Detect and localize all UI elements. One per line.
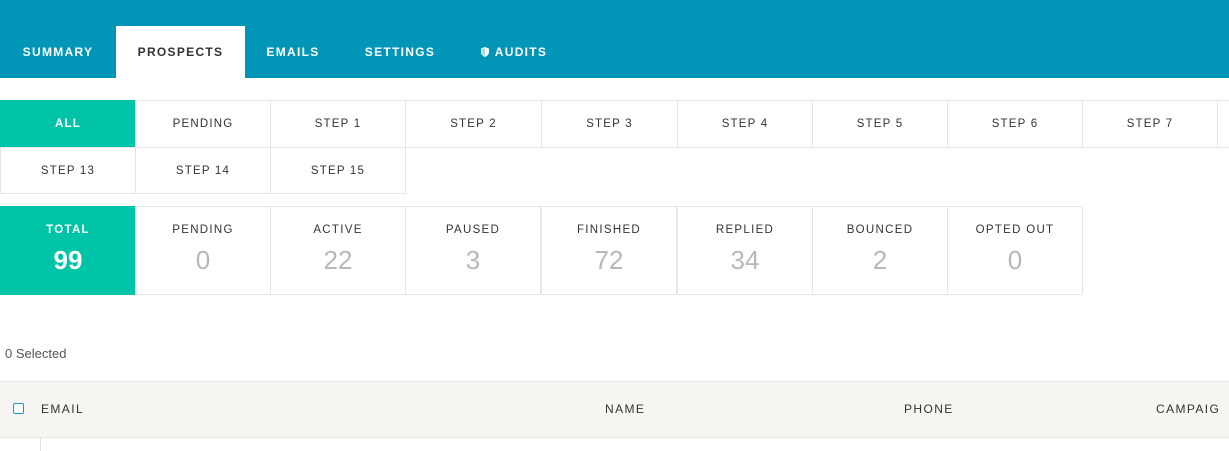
stat-label: ACTIVE: [313, 224, 363, 236]
tab-audits[interactable]: AUDITS: [459, 26, 569, 78]
stat-active[interactable]: ACTIVE 22: [270, 206, 406, 295]
step-filter-label: STEP 7: [1126, 118, 1174, 130]
shield-icon: [480, 47, 489, 57]
stat-value: 22: [323, 245, 353, 275]
step-filter-label: STEP 1: [314, 118, 362, 130]
step-filter-label: STEP 5: [856, 118, 904, 130]
step-filter-step-4[interactable]: STEP 4: [677, 100, 813, 148]
select-all-checkbox[interactable]: [13, 403, 24, 414]
step-filter-overflow[interactable]: [1217, 100, 1229, 148]
tab-settings-label: SETTINGS: [364, 45, 436, 59]
top-nav: SUMMARY PROSPECTS EMAILS SETTINGS AUDITS: [0, 0, 1229, 78]
row-divider: [40, 438, 41, 451]
step-filter-all[interactable]: ALL: [0, 100, 136, 148]
step-filter-step-14[interactable]: STEP 14: [135, 147, 271, 194]
stat-pending[interactable]: PENDING 0: [135, 206, 271, 295]
stat-label: TOTAL: [46, 224, 90, 236]
stat-finished[interactable]: FINISHED 72: [541, 206, 677, 295]
tab-audits-label: AUDITS: [494, 45, 548, 59]
column-header-campaign[interactable]: CAMPAIG: [1156, 402, 1220, 416]
step-filter-label: STEP 15: [310, 164, 366, 177]
tab-emails-label: EMAILS: [266, 45, 320, 59]
step-filter-step-15[interactable]: STEP 15: [270, 147, 406, 194]
step-filter-label: STEP 14: [175, 164, 231, 177]
column-header-phone[interactable]: PHONE: [904, 402, 954, 416]
stat-paused[interactable]: PAUSED 3: [405, 206, 541, 295]
step-filter-step-7[interactable]: STEP 7: [1082, 100, 1218, 148]
stat-value: 34: [730, 245, 760, 275]
step-filter-label: STEP 3: [586, 118, 633, 130]
stat-opted-out[interactable]: OPTED OUT 0: [947, 206, 1083, 295]
tab-summary[interactable]: SUMMARY: [0, 26, 116, 78]
step-filter-label: ALL: [55, 118, 81, 130]
stat-label: PAUSED: [445, 224, 501, 236]
step-filter-step-5[interactable]: STEP 5: [812, 100, 948, 148]
stat-value: 0: [1007, 245, 1023, 275]
stat-label: BOUNCED: [846, 224, 914, 236]
step-filter-label: STEP 13: [40, 164, 96, 177]
stat-bounced[interactable]: BOUNCED 2: [812, 206, 948, 295]
tab-settings[interactable]: SETTINGS: [341, 26, 459, 78]
tab-prospects-label: PROSPECTS: [137, 45, 224, 59]
step-filter-step-2[interactable]: STEP 2: [405, 100, 542, 148]
stat-value: 99: [53, 245, 83, 275]
step-filter-label: STEP 2: [450, 118, 497, 130]
column-header-name[interactable]: NAME: [605, 402, 645, 416]
column-header-email[interactable]: EMAIL: [41, 402, 84, 416]
stat-value: 0: [195, 245, 211, 275]
stat-label: OPTED OUT: [975, 224, 1055, 236]
step-filter-step-6[interactable]: STEP 6: [947, 100, 1083, 148]
stat-value: 3: [465, 245, 481, 275]
table-header: EMAIL NAME PHONE CAMPAIG: [0, 381, 1229, 438]
selection-count: 0 Selected: [5, 346, 67, 361]
stat-label: REPLIED: [715, 224, 775, 236]
step-filter-label: STEP 4: [721, 118, 769, 130]
tab-emails[interactable]: EMAILS: [245, 26, 341, 78]
step-filter-pending[interactable]: PENDING: [135, 100, 271, 148]
step-filter-step-1[interactable]: STEP 1: [270, 100, 406, 148]
tab-prospects[interactable]: PROSPECTS: [116, 26, 245, 78]
tab-summary-label: SUMMARY: [22, 45, 94, 59]
stat-total[interactable]: TOTAL 99: [0, 206, 136, 295]
stat-label: FINISHED: [576, 224, 642, 236]
stat-label: PENDING: [172, 224, 234, 236]
step-filter-label: PENDING: [172, 118, 234, 130]
step-filter-step-3[interactable]: STEP 3: [541, 100, 678, 148]
stat-replied[interactable]: REPLIED 34: [677, 206, 813, 295]
step-filter-step-13[interactable]: STEP 13: [0, 147, 136, 194]
stat-value: 2: [872, 245, 888, 275]
stat-value: 72: [594, 245, 624, 275]
step-filter-label: STEP 6: [991, 118, 1039, 130]
